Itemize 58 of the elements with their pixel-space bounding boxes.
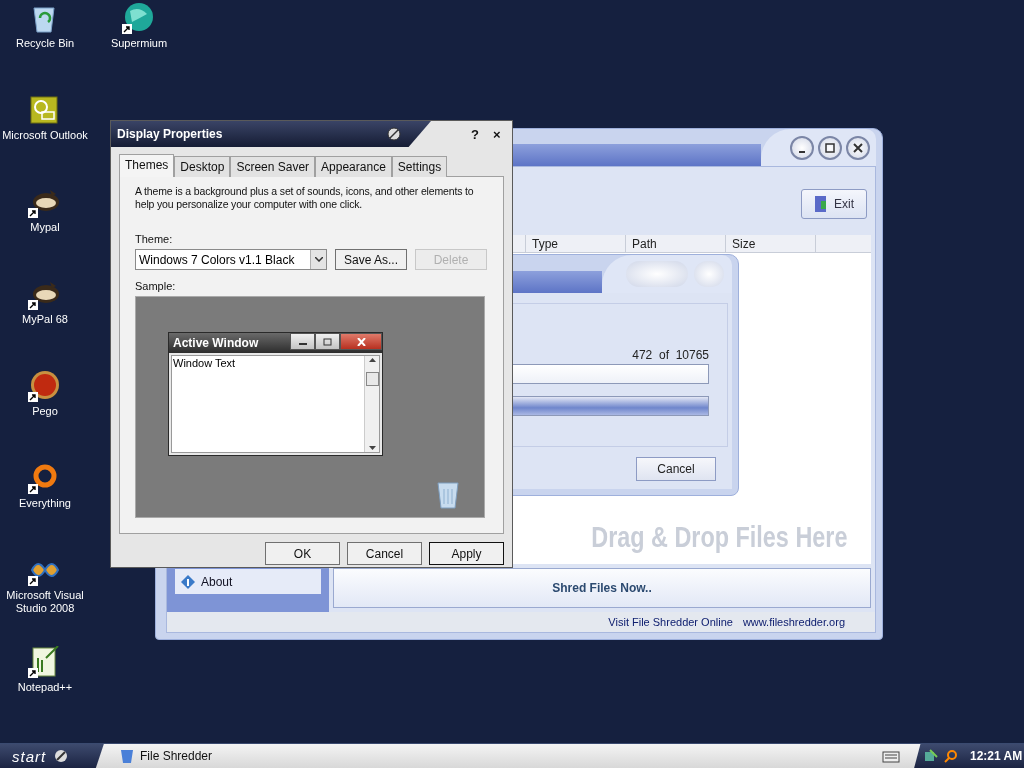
maximize-button[interactable] [818, 135, 842, 160]
scroll-thumb[interactable] [365, 372, 379, 386]
cup-icon [120, 748, 134, 764]
down-arrow-icon[interactable] [368, 444, 376, 452]
maximize-icon [323, 337, 332, 346]
ball-icon[interactable] [28, 370, 62, 402]
icon-label[interactable]: Recycle Bin [15, 37, 75, 50]
cancel-button[interactable]: Cancel [636, 457, 716, 481]
close-icon [853, 142, 863, 153]
icon-label[interactable]: Notepad++ [17, 681, 73, 694]
notepad-icon[interactable] [28, 646, 62, 678]
tab[interactable]: Desktop [174, 156, 231, 177]
door-icon [812, 195, 828, 213]
maximize-icon [825, 142, 835, 153]
icon-label[interactable]: Microsoft Outlook [2, 129, 88, 142]
icon-label[interactable]: Mypal [30, 221, 60, 234]
dialog-button[interactable]: Cancel [347, 542, 422, 565]
up-arrow-icon[interactable] [368, 356, 376, 364]
minimize-icon [799, 150, 805, 153]
close-icon [356, 337, 366, 346]
dialog-button[interactable]: OK [265, 542, 340, 565]
recycle-bin-icon [436, 479, 460, 509]
info-icon [181, 574, 195, 589]
search-icon[interactable] [944, 749, 958, 763]
theme-select[interactable]: Windows 7 Colors v1.1 Black [135, 249, 327, 270]
keyboard-icon[interactable] [882, 749, 900, 763]
icon-label[interactable]: Pego [32, 405, 58, 418]
dialog-button[interactable]: Apply [429, 542, 504, 565]
help-button[interactable]: ? [471, 126, 479, 142]
caret-icon [314, 257, 323, 262]
sample-label: Sample: [135, 280, 177, 292]
icon-label[interactable]: MyPal 68 [22, 313, 68, 326]
tab[interactable]: Screen Saver [230, 156, 316, 177]
progress-count: 472 of 10765 [632, 348, 709, 362]
theme-label: Theme: [135, 233, 174, 245]
sample-window-text: Window Text [172, 356, 237, 370]
close-button[interactable] [846, 135, 870, 160]
icon-label[interactable]: Supermium [110, 37, 168, 50]
status-url[interactable]: www.fileshredder.org [742, 616, 845, 628]
save-as-button[interactable]: Save As... [335, 249, 407, 270]
icon-label[interactable]: Everything [19, 497, 71, 510]
logo-icon [54, 749, 69, 763]
start-button[interactable]: start [0, 743, 104, 768]
clock: 12:21 AM [970, 749, 1023, 763]
status-link[interactable]: Visit File Shredder Online [608, 616, 733, 628]
close-button[interactable]: × [492, 126, 501, 142]
tab[interactable]: Appearance [315, 156, 392, 177]
taskbar-button[interactable]: File Shredder [114, 745, 219, 767]
minimize-button[interactable] [790, 135, 814, 160]
icon-label[interactable]: Microsoft Visual Studio 2008 [1, 589, 89, 615]
tab[interactable]: Settings [391, 156, 448, 177]
shred-button[interactable]: Shred Files Now.. [333, 568, 871, 608]
sidebar-item[interactable]: About [175, 569, 321, 594]
sample-window-title: Active Window [173, 336, 259, 350]
exit-button[interactable]: Exit [801, 189, 867, 219]
theme-description: A theme is a background plus a set of sounds, icons, and other elements to help you personalize your computer with one click. [135, 185, 475, 211]
tab[interactable]: Themes [119, 154, 175, 177]
window-title: Display Properties [117, 127, 223, 141]
